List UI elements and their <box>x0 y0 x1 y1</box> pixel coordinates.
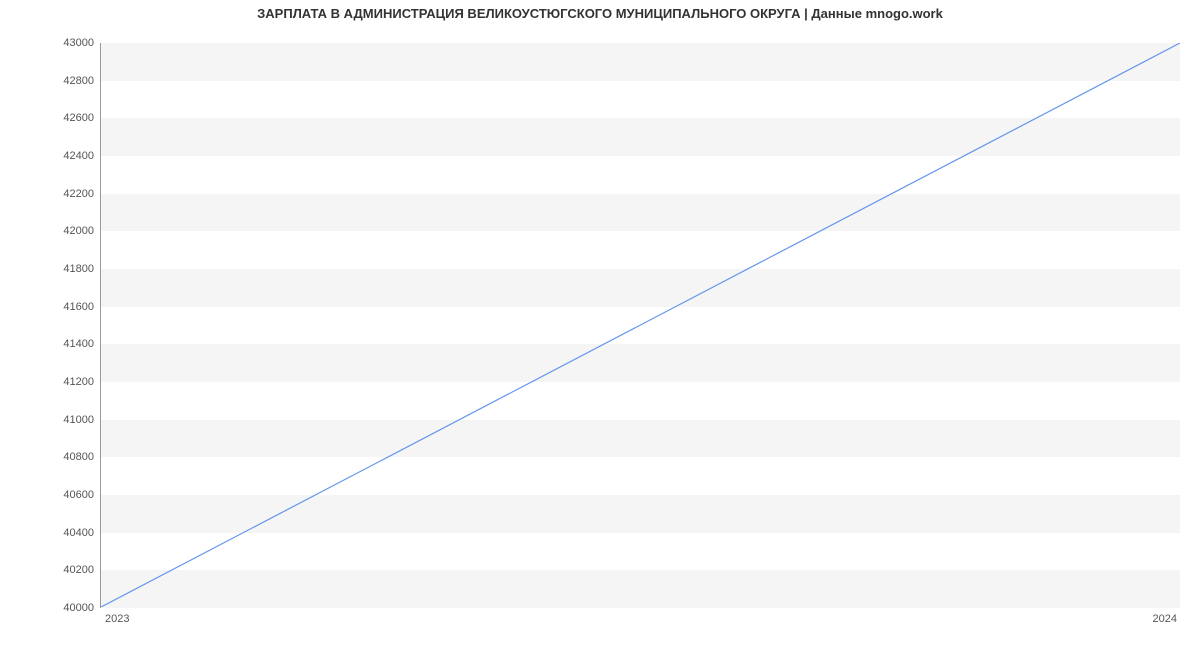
y-tick-7: 41400 <box>34 338 94 350</box>
y-tick-0: 40000 <box>34 602 94 614</box>
chart-title: ЗАРПЛАТА В АДМИНИСТРАЦИЯ ВЕЛИКОУСТЮГСКОГ… <box>0 6 1200 21</box>
y-tick-10: 42000 <box>34 225 94 237</box>
y-tick-14: 42800 <box>34 75 94 87</box>
y-tick-11: 42200 <box>34 188 94 200</box>
y-tick-9: 41800 <box>34 263 94 275</box>
grid-band <box>101 194 1180 232</box>
y-tick-8: 41600 <box>34 301 94 313</box>
y-tick-13: 42600 <box>34 112 94 124</box>
grid-band <box>101 420 1180 458</box>
y-tick-15: 43000 <box>34 37 94 49</box>
y-tick-1: 40200 <box>34 564 94 576</box>
grid-band <box>101 43 1180 81</box>
y-tick-6: 41200 <box>34 376 94 388</box>
plot-area <box>100 43 1180 608</box>
y-tick-5: 41000 <box>34 414 94 426</box>
grid-band <box>101 118 1180 156</box>
grid-band <box>101 344 1180 382</box>
grid-band <box>101 269 1180 307</box>
grid-band <box>101 495 1180 533</box>
y-tick-12: 42400 <box>34 150 94 162</box>
x-tick-0: 2023 <box>105 613 129 625</box>
y-tick-3: 40600 <box>34 489 94 501</box>
grid-band <box>101 570 1180 608</box>
y-tick-2: 40400 <box>34 527 94 539</box>
chart-container: ЗАРПЛАТА В АДМИНИСТРАЦИЯ ВЕЛИКОУСТЮГСКОГ… <box>0 0 1200 650</box>
x-tick-1: 2024 <box>1153 613 1177 625</box>
y-tick-4: 40800 <box>34 451 94 463</box>
